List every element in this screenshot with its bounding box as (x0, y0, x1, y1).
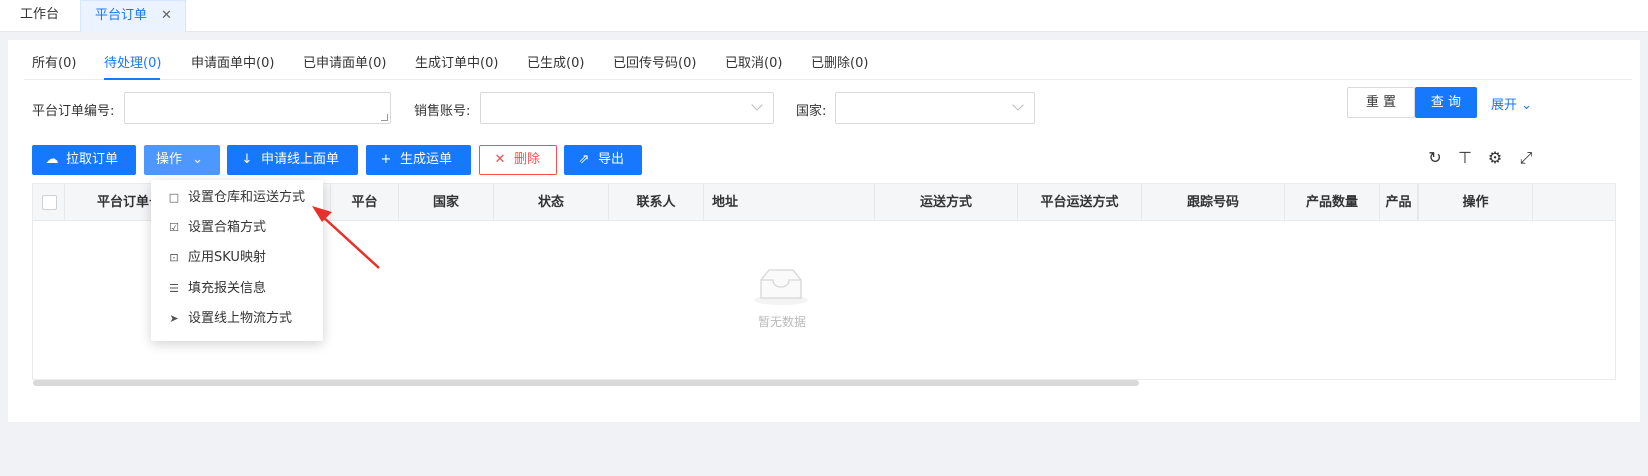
country-label: 国家: (796, 104, 827, 119)
subtab-cancelled[interactable]: 已取消(0) (725, 52, 782, 71)
plus-icon: + (380, 152, 392, 167)
tab-bar: 工作台 平台订单 ✕ (0, 0, 1648, 32)
col-address: 地址 (704, 184, 875, 221)
chevron-down-icon: ⌄ (1521, 98, 1533, 113)
order-no-input[interactable] (124, 92, 391, 124)
query-button[interactable]: 查 询 (1415, 87, 1477, 118)
send-icon: ➤ (169, 312, 179, 325)
subtab-waybill-applied[interactable]: 已申请面单(0) (303, 52, 386, 71)
menu-item-set-boxing[interactable]: ☑ 设置合箱方式 (151, 213, 323, 243)
list-icon: ☰ (169, 282, 179, 295)
subtab-returned[interactable]: 已回传号码(0) (613, 52, 696, 71)
arrow-down-icon: ↓ (241, 152, 253, 167)
fullscreen-icon[interactable]: ⤢ (1516, 148, 1536, 168)
chevron-down-icon (751, 99, 763, 111)
select-all-checkbox[interactable] (42, 195, 57, 210)
operate-dropdown-menu: □ 设置仓库和运送方式 ☑ 设置合箱方式 ⊡ 应用SKU映射 ☰ 填充报关信息 ➤ 设置线… (151, 180, 323, 341)
menu-item-set-warehouse[interactable]: □ 设置仓库和运送方式 (151, 183, 323, 213)
pull-orders-label: 拉取订单 (66, 152, 119, 167)
warehouse-icon: □ (168, 191, 180, 204)
col-platform-shipping: 平台运送方式 (1018, 184, 1142, 221)
subtab-applying-waybill[interactable]: 申请面单中(0) (191, 52, 274, 71)
delete-button[interactable]: ✕ 删除 (479, 145, 557, 175)
density-icon[interactable]: ⊤ (1455, 148, 1475, 168)
status-tabs: 所有(0) 待处理(0) 申请面单中(0) 已申请面单(0) 生成订单中(0) … (24, 40, 1632, 80)
horizontal-scrollbar[interactable] (33, 380, 1139, 386)
country-select[interactable] (835, 92, 1035, 124)
col-actions: 操作 (1418, 184, 1533, 221)
subtab-deleted[interactable]: 已删除(0) (811, 52, 868, 71)
menu-item-sku-mapping[interactable]: ⊡ 应用SKU映射 (151, 243, 323, 273)
menu-item-online-logistics[interactable]: ➤ 设置线上物流方式 (151, 304, 323, 334)
export-icon: ⇗ (578, 152, 590, 167)
select-all-cell (33, 184, 65, 221)
menu-item-label: 设置线上物流方式 (188, 311, 293, 326)
sku-icon: ⊡ (169, 251, 179, 264)
col-tracking-no: 跟踪号码 (1142, 184, 1285, 221)
sales-account-label: 销售账号: (414, 104, 471, 119)
close-icon[interactable]: ✕ (161, 1, 172, 31)
export-label: 导出 (598, 152, 625, 167)
pull-orders-button[interactable]: ☁ 拉取订单 (32, 145, 136, 175)
menu-item-label: 设置合箱方式 (188, 220, 267, 235)
menu-item-label: 设置仓库和运送方式 (188, 190, 306, 205)
subtab-generated[interactable]: 已生成(0) (527, 52, 584, 71)
close-icon: ✕ (494, 152, 506, 167)
col-platform: 平台 (331, 184, 399, 221)
apply-waybill-label: 申请线上面单 (261, 152, 340, 167)
delete-label: 删除 (514, 152, 541, 167)
export-button[interactable]: ⇗ 导出 (564, 145, 642, 175)
generate-waybill-label: 生成运单 (400, 152, 453, 167)
menu-item-label: 应用SKU映射 (188, 250, 266, 265)
reset-button[interactable]: 重 置 (1347, 87, 1415, 118)
subtab-pending[interactable]: 待处理(0) (104, 52, 161, 71)
col-shipping-method: 运送方式 (875, 184, 1018, 221)
sales-account-select[interactable] (480, 92, 774, 124)
refresh-icon[interactable]: ↻ (1425, 148, 1445, 168)
empty-box-icon (754, 269, 808, 305)
subtab-generating[interactable]: 生成订单中(0) (415, 52, 498, 71)
gear-icon[interactable]: ⚙ (1485, 148, 1505, 168)
apply-waybill-button[interactable]: ↓ 申请线上面单 (227, 145, 358, 175)
tab-workbench[interactable]: 工作台 (8, 0, 71, 32)
col-product-qty: 产品数量 (1285, 184, 1380, 221)
operate-dropdown-button[interactable]: 操作 ⌄ (144, 145, 220, 175)
col-contact: 联系人 (609, 184, 704, 221)
tab-platform-orders[interactable]: 平台订单 ✕ (80, 0, 186, 32)
chevron-down-icon: ⌄ (192, 152, 204, 167)
menu-item-label: 填充报关信息 (188, 281, 267, 296)
order-no-label: 平台订单编号: (32, 104, 115, 119)
col-product: 产品 (1380, 184, 1418, 221)
cloud-download-icon: ☁ (45, 152, 59, 167)
expand-label: 展开 (1491, 98, 1518, 113)
generate-waybill-button[interactable]: + 生成运单 (366, 145, 471, 175)
operate-label: 操作 (156, 152, 183, 167)
chevron-down-icon (1012, 99, 1024, 111)
subtab-all[interactable]: 所有(0) (32, 52, 76, 71)
menu-item-customs-info[interactable]: ☰ 填充报关信息 (151, 274, 323, 304)
expand-toggle[interactable]: 展开 ⌄ (1491, 94, 1532, 113)
box-icon: ☑ (169, 221, 179, 234)
active-subtab-indicator (104, 78, 160, 80)
tab-platform-orders-label: 平台订单 (95, 8, 148, 23)
col-country: 国家 (399, 184, 494, 221)
col-status: 状态 (494, 184, 609, 221)
